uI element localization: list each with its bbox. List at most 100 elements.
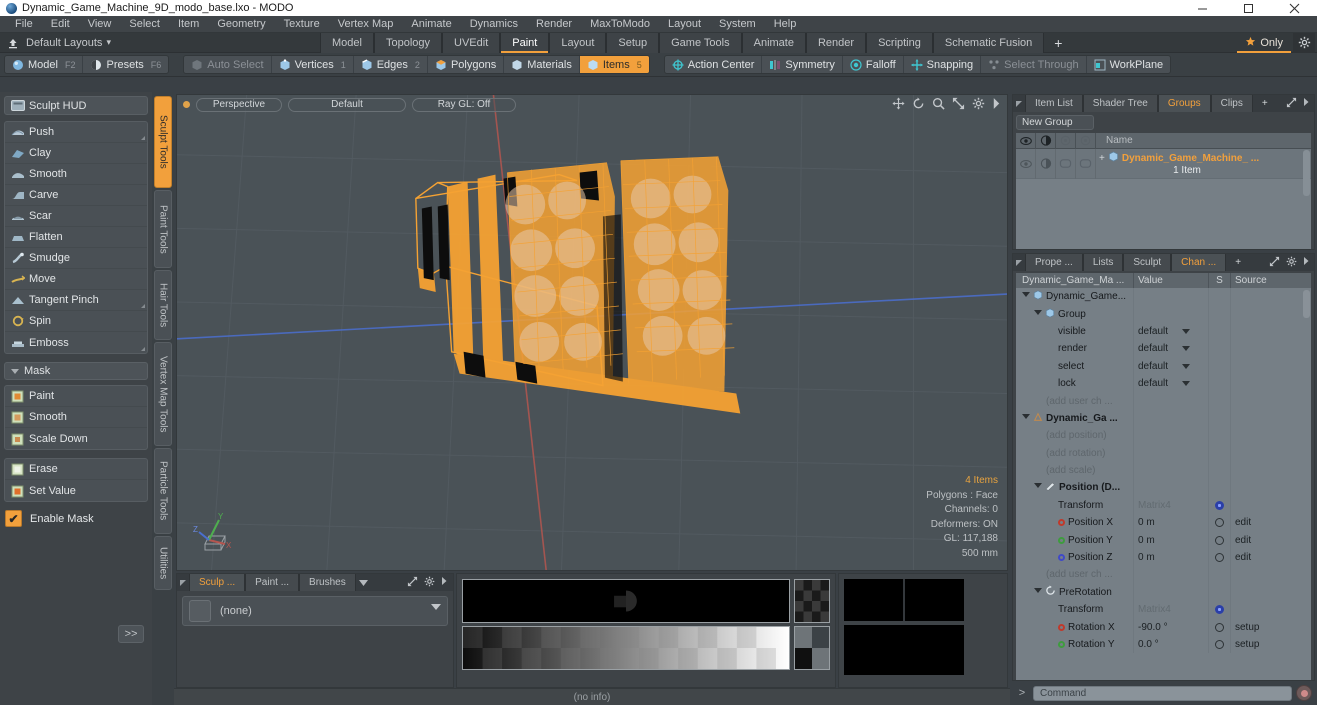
channel-row[interactable]: Transform Matrix4 [1016, 601, 1311, 619]
channel-value-cell[interactable] [1134, 461, 1209, 480]
mask-tool-set-value[interactable]: Set Value [5, 480, 147, 501]
row-expander[interactable]: + [1099, 153, 1105, 164]
tab-groups[interactable]: Groups [1157, 95, 1211, 112]
select-mode-edges[interactable]: Edges 2 [354, 56, 428, 73]
action-center-button[interactable]: Action Center [665, 56, 763, 73]
menu-item-dynamics[interactable]: Dynamics [461, 16, 527, 33]
menu-item-maxtomodo[interactable]: MaxToModo [581, 16, 659, 33]
rotate-icon[interactable] [912, 97, 925, 113]
layout-settings-gear-icon[interactable] [1293, 32, 1315, 53]
channels-scrollbar[interactable] [1303, 290, 1310, 318]
add-layout-button[interactable]: + [1044, 33, 1072, 53]
row-render-icon[interactable] [1036, 148, 1056, 179]
menu-item-view[interactable]: View [79, 16, 121, 33]
select-mode-materials[interactable]: Materials [504, 56, 580, 73]
keyframe-ring-icon[interactable] [1215, 640, 1224, 649]
keyframe-ring-icon[interactable] [1215, 518, 1224, 528]
channel-value-cell[interactable] [1134, 444, 1209, 462]
channel-s-cell[interactable] [1209, 305, 1231, 323]
tool-move[interactable]: Move [5, 269, 147, 290]
viewport-view-button[interactable]: Perspective [196, 97, 282, 112]
channel-row[interactable]: select default [1016, 357, 1311, 375]
only-toggle-button[interactable]: Only [1235, 33, 1293, 53]
tool-tangent-pinch[interactable]: Tangent Pinch [5, 290, 147, 311]
layout-tab-scripting[interactable]: Scripting [866, 32, 933, 53]
mask-tool-scale-down[interactable]: Scale Down [5, 428, 147, 449]
menu-item-help[interactable]: Help [765, 16, 806, 33]
layout-tab-animate[interactable]: Animate [741, 32, 806, 53]
mask-section-header[interactable]: Mask [4, 362, 148, 380]
panel-corner-icon[interactable] [1013, 95, 1025, 112]
layout-tab-game-tools[interactable]: Game Tools [659, 32, 742, 53]
channel-s-cell[interactable] [1209, 357, 1231, 375]
enable-mask-row[interactable]: ✔ Enable Mask [5, 510, 148, 527]
layout-tab-schematic-fusion[interactable]: Schematic Fusion [932, 32, 1045, 53]
chevron-down-icon[interactable] [431, 601, 441, 613]
channel-s-cell[interactable] [1209, 374, 1231, 393]
tool-spin[interactable]: Spin [5, 311, 147, 332]
channel-s-cell[interactable] [1209, 496, 1231, 515]
select-mode-auto-select[interactable]: Auto Select [184, 56, 272, 73]
channel-s-cell[interactable] [1209, 548, 1231, 567]
mode-model-button[interactable]: Model F2 [5, 56, 84, 73]
chevron-down-icon[interactable] [1182, 328, 1191, 334]
row-lock-toggle[interactable] [1056, 148, 1076, 179]
channel-s-cell[interactable] [1209, 566, 1231, 584]
checker-swatch-bottom[interactable] [794, 626, 830, 671]
channel-row[interactable]: Position Y 0 m edit [1016, 531, 1311, 549]
enable-mask-checkbox[interactable]: ✔ [5, 510, 22, 527]
chevron-down-icon[interactable] [1022, 292, 1030, 301]
select-mode-vertices[interactable]: Vertices 1 [272, 56, 354, 73]
layout-tab-setup[interactable]: Setup [606, 32, 660, 53]
vtab-sculpt-tools[interactable]: Sculpt Tools [154, 96, 172, 188]
mask-tool-paint[interactable]: Paint [5, 386, 147, 407]
channel-row[interactable]: render default [1016, 340, 1311, 358]
channel-s-cell[interactable] [1209, 444, 1231, 462]
channel-value-cell[interactable] [1134, 288, 1209, 306]
chevron-down-icon[interactable] [1022, 413, 1030, 423]
channel-value-cell[interactable] [1134, 409, 1209, 428]
keyframe-ring-icon[interactable] [1215, 553, 1224, 563]
panel-corner-icon[interactable] [1013, 254, 1025, 271]
layout-tab-layout[interactable]: Layout [549, 32, 607, 53]
channel-value-cell[interactable]: -90.0 ° [1134, 618, 1209, 636]
caret-right-icon[interactable] [992, 97, 1001, 113]
tool-smooth[interactable]: Smooth [5, 164, 147, 185]
channel-row[interactable]: PreRotation [1016, 583, 1311, 602]
channel-s-cell[interactable] [1209, 340, 1231, 358]
menu-item-animate[interactable]: Animate [402, 16, 460, 33]
vtab-particle-tools[interactable]: Particle Tools [154, 448, 172, 534]
record-icon[interactable] [1296, 685, 1312, 701]
menu-item-vertex-map[interactable]: Vertex Map [329, 16, 403, 33]
channel-s-cell[interactable] [1209, 427, 1231, 445]
channel-s-cell[interactable] [1209, 461, 1231, 480]
mode-presets-button[interactable]: Presets F6 [83, 56, 168, 73]
channel-value-cell[interactable] [1134, 427, 1209, 445]
channel-s-cell[interactable] [1209, 392, 1231, 410]
menu-item-edit[interactable]: Edit [42, 16, 79, 33]
tool-scar[interactable]: Scar [5, 206, 147, 227]
sculpt-hud-button[interactable]: Sculpt HUD [4, 96, 148, 115]
tab-sculpt-brushes[interactable]: Sculp ... [189, 574, 246, 592]
layout-tab-render[interactable]: Render [805, 32, 867, 53]
add-tab-button[interactable]: + [1253, 95, 1277, 112]
keyframe-ring-icon[interactable] [1215, 535, 1224, 545]
tool-emboss[interactable]: Emboss [5, 332, 147, 353]
channel-value-cell[interactable]: Matrix4 [1134, 601, 1209, 619]
channels-list[interactable]: Dynamic_Game... Group visible default re… [1016, 288, 1311, 680]
channel-row[interactable]: Position X 0 m edit [1016, 514, 1311, 532]
tab-paint-brushes[interactable]: Paint ... [245, 574, 300, 592]
channel-value-cell[interactable]: default [1134, 340, 1209, 358]
chevron-down-icon[interactable] [1034, 483, 1042, 492]
gear-icon[interactable] [424, 576, 435, 590]
workplane-button[interactable]: WorkPlane [1087, 56, 1171, 73]
row-visibility-icon[interactable] [1016, 148, 1036, 179]
channel-value-cell[interactable]: 0 m [1134, 548, 1209, 567]
chevron-down-icon[interactable] [1182, 363, 1191, 369]
tool-push[interactable]: Push [5, 122, 147, 143]
panel-corner-icon[interactable] [177, 574, 189, 591]
3d-viewport[interactable]: Perspective Default Ray GL: Off 4 Items [176, 94, 1008, 572]
tab-channels[interactable]: Chan ... [1171, 254, 1227, 271]
tab-brushes[interactable]: Brushes [299, 574, 356, 592]
channel-value-cell[interactable] [1134, 305, 1209, 323]
